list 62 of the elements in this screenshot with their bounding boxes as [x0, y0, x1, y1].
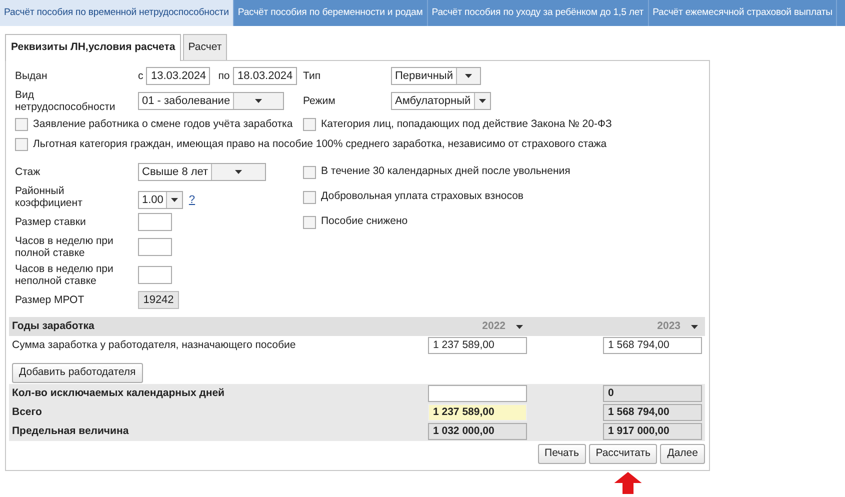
action-button[interactable]: Рассчитать: [588, 444, 658, 464]
caret-icon: [516, 324, 522, 329]
input-field[interactable]: [138, 213, 172, 232]
caret-icon: [255, 98, 262, 103]
field-label: Размер ставки: [15, 216, 87, 228]
total-field: 1 237 589,00: [428, 404, 527, 421]
help-link[interactable]: ?: [188, 192, 196, 208]
tab[interactable]: Расчет: [183, 34, 227, 60]
caret-icon: [235, 170, 242, 174]
action-button[interactable]: Далее: [660, 444, 705, 464]
readonly-field: 1 568 794,00: [603, 404, 702, 421]
input-field[interactable]: [428, 385, 527, 402]
input-field[interactable]: [138, 266, 172, 284]
caret-icon: [690, 324, 698, 329]
checkbox-label: Пособие снижено: [321, 214, 408, 230]
dropdown[interactable]: 1.00: [138, 191, 184, 209]
up-arrow-icon: [613, 472, 643, 494]
add-employer-button[interactable]: Добавить работодателя: [12, 363, 143, 383]
checkbox[interactable]: [15, 118, 28, 132]
checkbox-label: В течение 30 календарных дней после увольнения: [321, 164, 570, 180]
readonly-field: 0: [603, 385, 702, 402]
input-field[interactable]: 1 568 794,00: [603, 337, 702, 354]
checkbox-label: Заявление работника о смене годов учёта заработка: [33, 116, 293, 132]
field-label: с: [138, 70, 144, 82]
field-label: Размер МРОТ: [15, 294, 86, 306]
checkbox-label: Льготная категория граждан, имеющая право на пособие 100% среднего заработка, независимо от страхового стажа: [33, 136, 607, 152]
dropdown[interactable]: Первичный: [391, 66, 481, 85]
input-field[interactable]: [138, 238, 172, 256]
row-label: Предельная величина: [12, 424, 129, 437]
tab[interactable]: Расчёт пособия по временной нетрудоспособности: [0, 0, 234, 26]
action-button[interactable]: Печать: [538, 444, 586, 464]
checkbox[interactable]: [303, 118, 316, 132]
dropdown[interactable]: Свыше 8 лет: [138, 163, 266, 182]
input-field[interactable]: 18.03.2024: [232, 66, 297, 85]
caret-icon: [478, 98, 486, 103]
input-field[interactable]: 13.03.2024: [146, 66, 210, 85]
field-label: Часов в неделю при неполной ставке: [15, 263, 114, 288]
checkbox[interactable]: [303, 190, 316, 204]
checkbox[interactable]: [15, 138, 28, 151]
checkbox[interactable]: [303, 216, 316, 229]
field-label: Районный коэффициент: [15, 185, 84, 210]
caret-icon: [465, 74, 472, 78]
caret-icon: [171, 198, 178, 202]
dropdown[interactable]: Амбулаторный: [391, 92, 491, 110]
readonly-field: 1 032 000,00: [428, 423, 527, 440]
row-label: Сумма заработка у работодателя, назначающего пособие: [12, 338, 296, 351]
readonly-field: 19242: [138, 291, 179, 310]
checkbox[interactable]: [303, 166, 316, 179]
checkbox-label: Категория лиц, попадающих под действие Закона № 20-ФЗ: [321, 116, 612, 132]
tab[interactable]: Реквизиты ЛН,условия расчета: [5, 34, 182, 61]
field-label: Стаж: [15, 166, 42, 178]
field-label: Выдан: [15, 70, 48, 82]
dropdown[interactable]: 01 - заболевание: [138, 92, 284, 110]
row-label: Всего: [12, 406, 42, 418]
field-label: Вид нетрудоспособности: [15, 88, 116, 113]
field-label: Часов в неделю при полной ставке: [15, 235, 114, 260]
row-label: Кол-во исключаемых календарных дней: [12, 386, 225, 399]
readonly-field: 1 917 000,00: [603, 423, 702, 440]
field-label: по: [218, 70, 230, 82]
checkbox-label: Добровольная уплата страховых взносов: [321, 189, 524, 204]
column-header: Годы заработка: [12, 320, 94, 332]
input-field[interactable]: 1 237 589,00: [428, 337, 527, 354]
